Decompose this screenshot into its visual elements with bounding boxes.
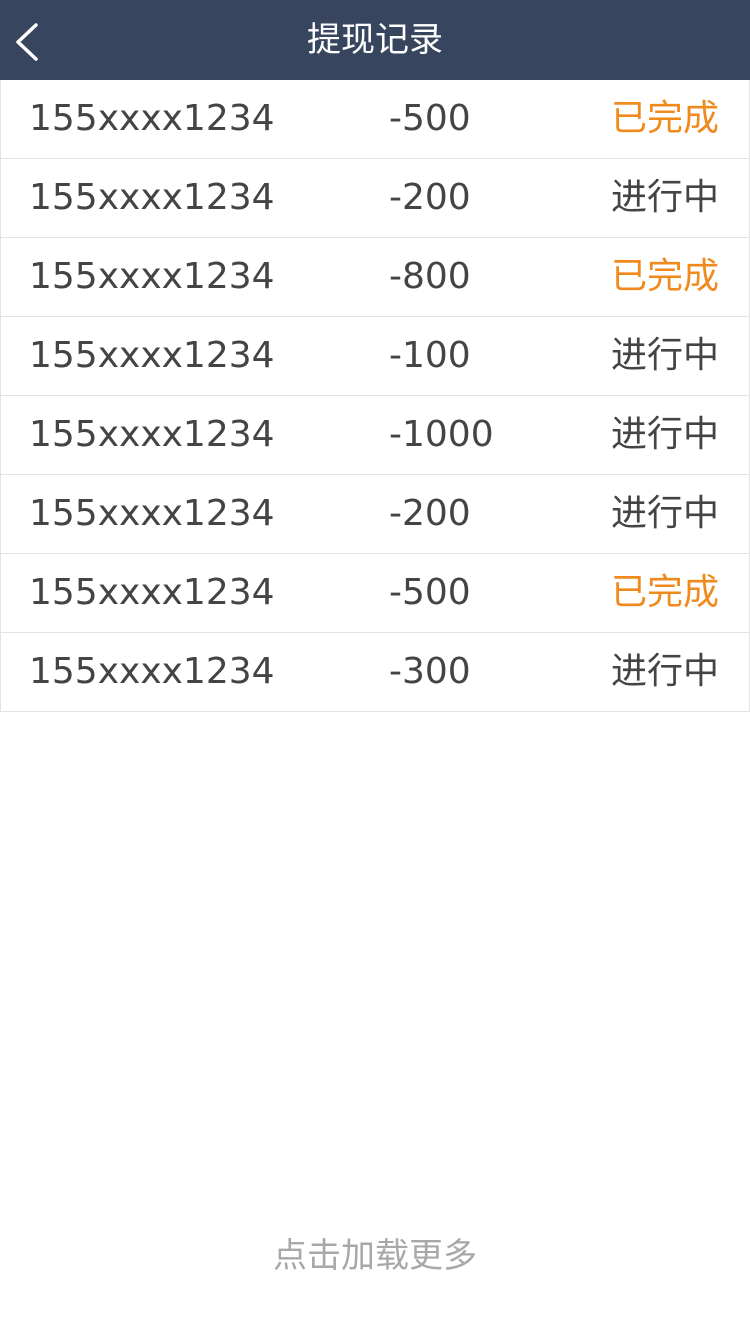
record-status: 进行中 (610, 414, 719, 455)
record-amount: -800 (389, 256, 471, 297)
record-status: 进行中 (610, 651, 719, 692)
record-status: 进行中 (610, 177, 719, 218)
record-row: 155xxxx1234 -200 进行中 (1, 159, 749, 238)
record-row: 155xxxx1234 -200 进行中 (1, 475, 749, 554)
record-phone: 155xxxx1234 (29, 177, 275, 218)
record-phone: 155xxxx1234 (29, 651, 275, 692)
record-phone: 155xxxx1234 (29, 98, 275, 139)
record-row: 155xxxx1234 -500 已完成 (1, 80, 749, 159)
record-row: 155xxxx1234 -300 进行中 (1, 633, 749, 711)
page-title: 提现记录 (307, 20, 443, 60)
withdrawal-record-list: 155xxxx1234 -500 已完成 155xxxx1234 -200 进行中 155x… (0, 80, 750, 712)
record-amount: -1000 (389, 414, 494, 455)
record-status: 已完成 (610, 572, 719, 613)
record-amount: -500 (389, 98, 471, 139)
record-status: 进行中 (610, 493, 719, 534)
record-phone: 155xxxx1234 (29, 256, 275, 297)
record-row: 155xxxx1234 -500 已完成 (1, 554, 749, 633)
record-phone: 155xxxx1234 (29, 493, 275, 534)
record-amount: -100 (389, 335, 471, 376)
record-phone: 155xxxx1234 (29, 572, 275, 613)
record-phone: 155xxxx1234 (29, 335, 275, 376)
load-more-button[interactable]: 点击加载更多 (0, 1226, 750, 1286)
record-status: 已完成 (610, 98, 719, 139)
top-nav-bar: 提现记录 (0, 0, 750, 80)
record-amount: -200 (389, 493, 471, 534)
record-amount: -200 (389, 177, 471, 218)
record-phone: 155xxxx1234 (29, 414, 275, 455)
record-row: 155xxxx1234 -1000 进行中 (1, 396, 749, 475)
record-status: 已完成 (610, 256, 719, 297)
record-amount: -500 (389, 572, 471, 613)
record-status: 进行中 (610, 335, 719, 376)
back-button[interactable] (0, 0, 60, 80)
record-row: 155xxxx1234 -100 进行中 (1, 317, 749, 396)
record-row: 155xxxx1234 -800 已完成 (1, 238, 749, 317)
record-amount: -300 (389, 651, 471, 692)
